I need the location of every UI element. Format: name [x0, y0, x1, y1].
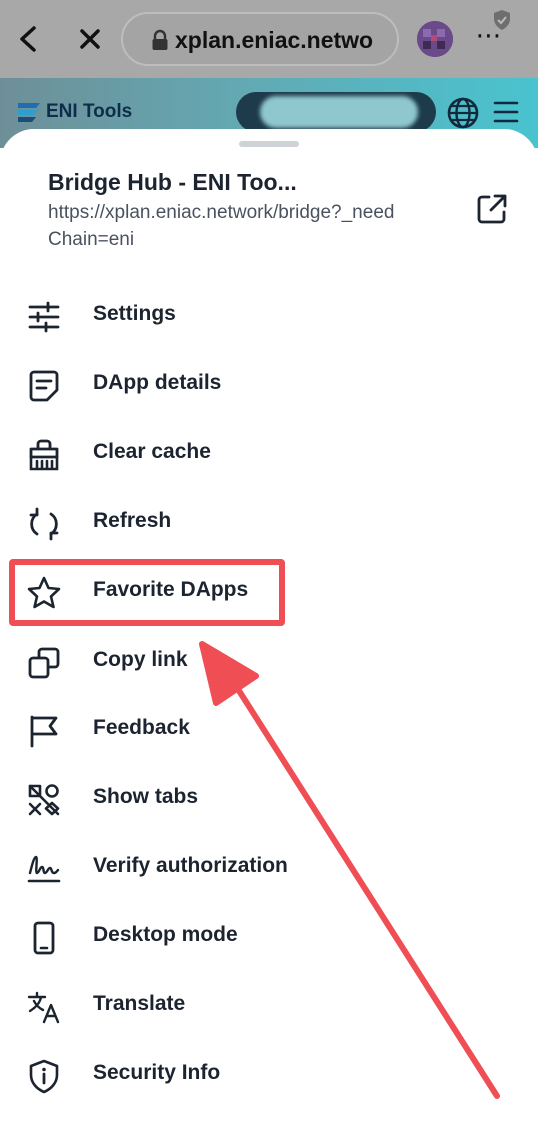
- menu-item-refresh[interactable]: Refresh: [0, 494, 538, 550]
- dapp-menu-sheet: Bridge Hub - ENI Too... https://xplan.en…: [0, 129, 538, 1144]
- open-external-icon[interactable]: [474, 191, 510, 227]
- menu-item-show-tabs[interactable]: Show tabs: [0, 770, 538, 826]
- wallet-address-pill[interactable]: [236, 92, 436, 132]
- copy-icon: [28, 647, 60, 679]
- menu-item-clear-cache[interactable]: Clear cache: [0, 425, 538, 481]
- flag-icon: [30, 715, 58, 748]
- lock-icon: [152, 29, 168, 50]
- tabs-icon: [28, 784, 60, 816]
- menu-item-desktop-mode[interactable]: Desktop mode: [0, 908, 538, 964]
- sheet-title: Bridge Hub - ENI Too...: [48, 169, 297, 195]
- address-bar[interactable]: xplan.eniac.netwo: [121, 12, 399, 66]
- signature-icon: [27, 855, 61, 883]
- broom-icon: [29, 439, 59, 471]
- menu-item-security-info[interactable]: Security Info: [0, 1046, 538, 1102]
- menu-item-label: Feedback: [93, 716, 190, 739]
- refresh-icon: [29, 507, 59, 541]
- menu-item-verify-authorization[interactable]: Verify authorization: [0, 839, 538, 895]
- menu-item-label: Translate: [93, 992, 186, 1015]
- menu-item-translate[interactable]: Translate: [0, 977, 538, 1033]
- sheet-grabber[interactable]: [239, 141, 299, 147]
- menu-item-settings[interactable]: Settings: [0, 287, 538, 343]
- translate-icon: [27, 991, 60, 1024]
- eni-logo-icon: [18, 103, 40, 122]
- menu-item-copy-link[interactable]: Copy link: [0, 633, 538, 689]
- menu-item-dapp-details[interactable]: DApp details: [0, 356, 538, 412]
- highlight-box: [9, 559, 285, 626]
- info-shield-icon: [29, 1059, 59, 1094]
- menu-item-label: Desktop mode: [93, 923, 238, 946]
- avatar[interactable]: [417, 21, 453, 57]
- more-options-icon[interactable]: ⋯: [472, 22, 506, 53]
- menu-item-feedback[interactable]: Feedback: [0, 701, 538, 757]
- menu-item-label: Clear cache: [93, 440, 211, 463]
- menu-item-label: Security Info: [93, 1061, 221, 1084]
- brand-name: ENI Tools: [46, 101, 133, 122]
- document-icon: [29, 370, 59, 402]
- hamburger-menu-icon[interactable]: [492, 98, 520, 126]
- sliders-icon: [28, 301, 60, 333]
- globe-icon[interactable]: [446, 96, 480, 130]
- browser-toolbar: xplan.eniac.netwo ⋯: [0, 0, 538, 78]
- phone-icon: [33, 921, 55, 955]
- menu-item-label: Verify authorization: [93, 854, 288, 877]
- menu-item-label: Show tabs: [93, 785, 199, 808]
- url-text: xplan.eniac.netwo: [175, 27, 374, 53]
- back-arrow-icon[interactable]: [14, 22, 44, 56]
- close-icon[interactable]: [74, 22, 106, 56]
- menu-item-label: DApp details: [93, 371, 222, 394]
- sheet-url: https://xplan.eniac.network/bridge?_need…: [48, 202, 395, 250]
- menu-item-label: Copy link: [93, 648, 188, 671]
- menu-item-label: Refresh: [93, 509, 172, 532]
- blurred-address: [260, 96, 418, 128]
- menu-item-label: Settings: [93, 302, 176, 325]
